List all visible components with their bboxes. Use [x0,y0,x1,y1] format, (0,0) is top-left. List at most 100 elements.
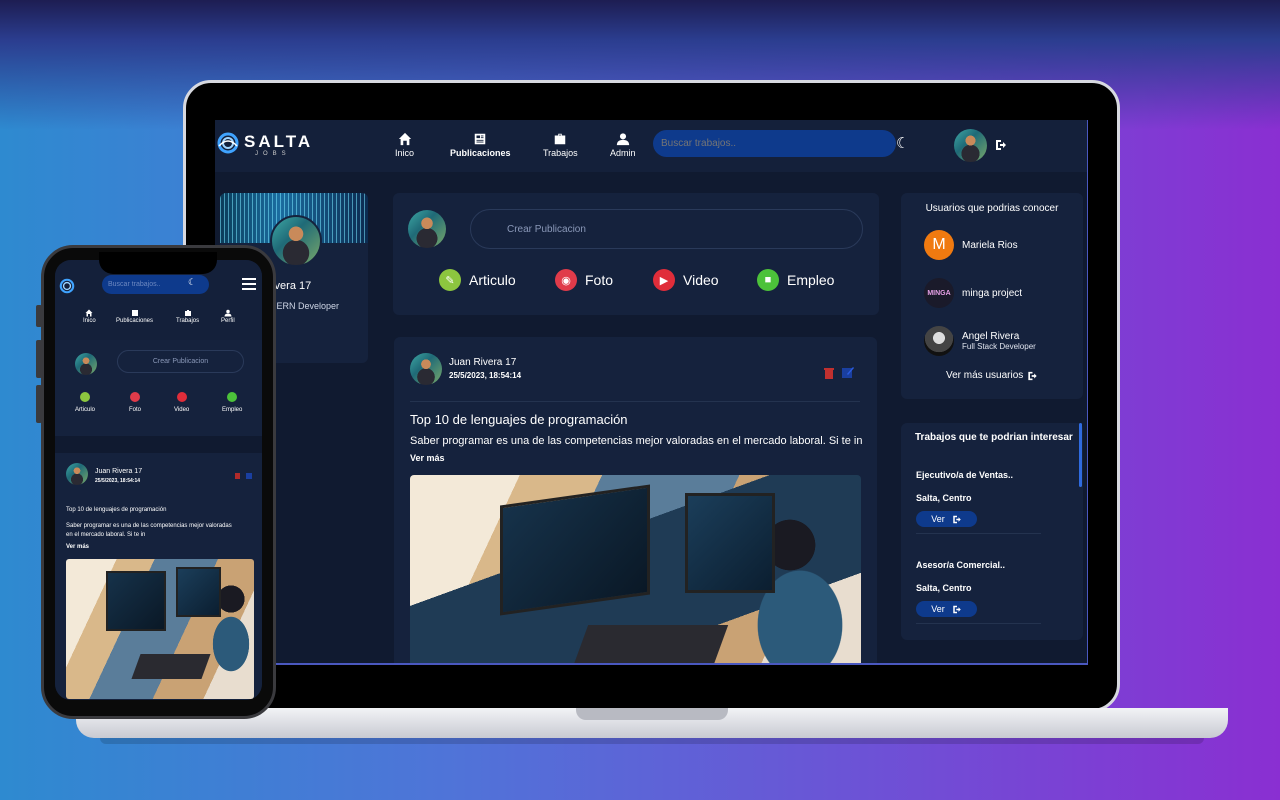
action-label: Foto [585,272,614,288]
job-title: Ejecutivo/a de Ventas.. [916,470,1014,480]
profile-avatar[interactable] [270,215,322,267]
job-icon: ■ [757,269,779,291]
divider [410,401,860,402]
action-label: Articulo [75,407,96,413]
trash-icon[interactable] [235,473,240,479]
action-label: Articulo [469,272,516,288]
mobile-nav-inicio[interactable]: Inico [83,309,96,324]
briefcase-icon [555,133,566,145]
keyboard-illustration [131,654,211,679]
briefcase-icon [184,310,191,316]
logo-icon[interactable] [58,277,76,295]
home-icon [398,132,411,146]
post-image[interactable] [410,475,861,663]
see-more-users-link[interactable]: Ver más usuarios [946,370,1038,381]
nav-label: Publicaciones [450,148,511,158]
home-icon [85,309,93,317]
user-item[interactable]: MINGA minga project [924,278,1022,308]
nav-admin[interactable]: Admin [610,132,636,158]
trash-icon[interactable] [824,367,834,379]
action-label: Empleo [222,407,243,413]
phone-notch [99,252,217,274]
nav-publicaciones[interactable]: Publicaciones [450,132,511,158]
nav-label: Trabajos [543,148,578,158]
user-name: Mariela Rios [962,239,1018,251]
user-avatar[interactable] [954,129,987,162]
create-post-card: Crear Publicacion ✎ Articulo ◉ Foto ▶ Vi… [393,193,879,315]
nav-inicio[interactable]: Inico [395,132,414,158]
post-body: Saber programar es una de las competenci… [410,435,863,447]
newspaper-icon [131,310,138,316]
nav-label: Publicaciones [116,318,154,324]
job-item: Ejecutivo/a de Ventas.. Salta, Centro Ve… [916,470,1013,527]
mobile-nav-trabajos[interactable]: Trabajos [176,309,199,324]
user-icon [616,133,629,146]
action-video[interactable]: ▶ Video [653,269,719,291]
post-author[interactable]: Juan Rivera 17 [449,357,516,368]
see-more-label: Ver más usuarios [946,370,1024,381]
nav-label: Perfil [221,318,235,324]
mobile-action-articulo[interactable]: Articulo [75,392,95,413]
mobile-post-card: Juan Rivera 17 25/5/2023, 18:54:14 Top 1… [55,453,262,700]
mobile-action-video[interactable]: Video [174,392,189,413]
logout-icon [953,515,961,523]
action-foto[interactable]: ◉ Foto [555,269,613,291]
minga-logo-icon: MINGA [924,278,954,308]
edit-icon[interactable] [842,366,854,379]
user-item[interactable]: Angel Rivera Full Stack Developer [924,326,1036,356]
button-label: Ver [931,604,945,614]
desktop-screen: SALTA JOBS Inico Publicaciones Trabajos … [215,120,1088,665]
mobile-nav-publicaciones[interactable]: Publicaciones [116,309,153,324]
action-empleo[interactable]: ■ Empleo [757,269,834,291]
brand-name: SALTA [244,132,314,151]
monitor-illustration [176,567,221,617]
create-post-input[interactable]: Crear Publicacion [470,209,863,249]
action-label: Foto [129,407,142,413]
search-input[interactable] [653,130,896,157]
mobile-action-foto[interactable]: Foto [129,392,141,413]
brand-logo[interactable]: SALTA JOBS [215,130,315,160]
monitor-illustration [500,484,650,616]
hamburger-menu-icon[interactable] [242,278,256,290]
brand-subtitle: JOBS [255,151,291,157]
post-author[interactable]: Juan Rivera 17 [95,468,142,475]
action-label: Empleo [787,272,835,288]
nav-label: Inico [395,148,415,158]
logo-icon [217,132,239,154]
article-icon: ✎ [439,269,461,291]
read-more-link[interactable]: Ver más [410,453,445,463]
post-image[interactable] [66,559,254,699]
post-author-avatar[interactable] [66,463,88,485]
view-job-button[interactable]: Ver [916,511,977,527]
mobile-create-input[interactable]: Crear Publicacion [117,350,244,373]
nav-trabajos[interactable]: Trabajos [543,132,578,158]
logout-icon[interactable] [995,139,1007,151]
nav-label: Admin [610,148,636,158]
job-location: Salta, Centro [916,493,972,503]
mobile-action-empleo[interactable]: Empleo [222,392,242,413]
user-avatar: M [924,230,954,260]
mobile-nav-perfil[interactable]: Perfil [221,309,235,324]
job-item: Asesor/a Comercial.. Salta, Centro Ver [916,560,1005,617]
user-item[interactable]: M Mariela Rios [924,230,1018,260]
camera-icon: ◉ [555,269,577,291]
mobile-create-post: Crear Publicacion Articulo Foto Video Em… [55,340,262,436]
moon-icon[interactable]: ☾ [188,277,196,288]
action-articulo[interactable]: ✎ Articulo [439,269,516,291]
button-label: Ver [931,514,945,524]
scrollbar-thumb[interactable] [1079,423,1082,487]
view-job-button[interactable]: Ver [916,601,977,617]
edit-icon[interactable] [246,473,252,479]
suggested-jobs-card: Trabajos que te podrian interesar Ejecut… [901,423,1083,640]
mobile-screen: Buscar trabajos.. ☾ Inico Publicaciones … [55,260,262,700]
user-name: Angel Rivera [962,331,1020,342]
post-author-avatar[interactable] [410,353,442,385]
read-more-link[interactable]: Ver más [66,544,89,550]
user-avatar [924,326,954,356]
suggested-jobs-title: Trabajos que te podrian interesar [915,432,1073,443]
post-title: Top 10 de lenguajes de programación [66,507,167,513]
laptop-shadow [100,738,1204,744]
moon-icon[interactable]: ☾ [896,134,910,152]
action-label: Video [683,272,719,288]
monitor-illustration [106,571,166,631]
